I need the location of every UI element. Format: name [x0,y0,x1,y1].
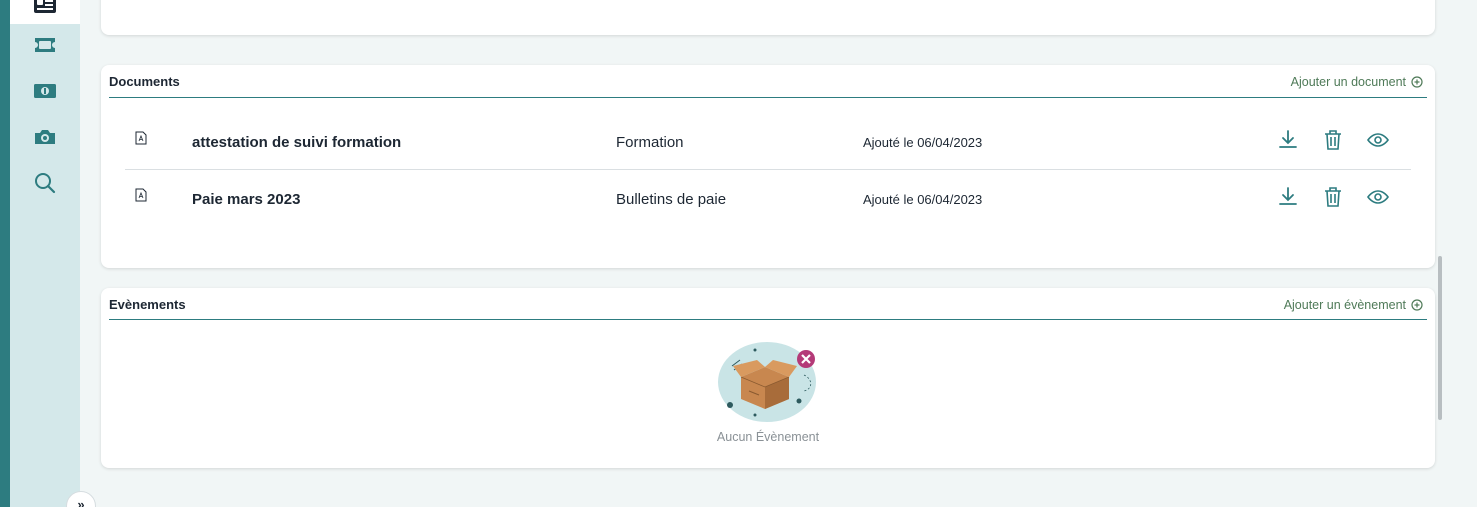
add-event-button[interactable]: Ajouter un évènement [1284,298,1423,312]
events-title: Evènements [109,297,186,312]
document-category: Formation [616,134,684,151]
id-card-icon [32,0,58,18]
plus-circle-icon [1411,299,1423,311]
document-category: Bulletins de paie [616,191,727,208]
banknote-icon [33,82,57,105]
sidebar-item-profile[interactable] [10,0,80,24]
previous-section-card [101,0,1435,35]
search-icon [34,172,56,199]
app-edge-bar [0,0,10,507]
events-header: Evènements Ajouter un évènement [109,288,1427,320]
document-date: Ajouté le 06/04/2023 [863,135,983,150]
trash-icon[interactable] [1321,128,1345,152]
add-document-button[interactable]: Ajouter un document [1291,75,1423,89]
sidebar-item-media[interactable] [32,126,58,152]
documents-header: Documents Ajouter un document [109,65,1427,98]
chevron-double-right-icon: » [77,497,85,507]
documents-title: Documents [109,74,180,89]
trash-icon[interactable] [1321,185,1345,209]
plus-circle-icon [1411,76,1423,88]
table-row: attestation de suivi formation Formation… [125,114,1411,170]
document-name: Paie mars 2023 [192,191,301,208]
sidebar [10,0,80,507]
pdf-file-icon [135,188,147,202]
add-event-label: Ajouter un évènement [1283,298,1406,312]
eye-icon[interactable] [1366,128,1390,152]
add-document-label: Ajouter un document [1290,75,1406,89]
camera-icon [33,128,57,151]
document-name: attestation de suivi formation [192,134,402,151]
documents-card: Documents Ajouter un document attestatio… [101,65,1435,268]
ticket-icon [33,36,57,59]
vertical-scrollbar[interactable] [1438,256,1442,420]
empty-state-label: Aucun Évènement [716,430,820,444]
eye-icon[interactable] [1366,185,1390,209]
table-row: Paie mars 2023 Bulletins de paie Ajouté … [125,171,1411,227]
document-date: Ajouté le 06/04/2023 [863,192,983,207]
download-icon[interactable] [1276,185,1300,209]
sidebar-item-tickets[interactable] [32,34,58,60]
download-icon[interactable] [1276,128,1300,152]
empty-box-icon [718,342,816,422]
sidebar-item-search[interactable] [32,172,58,198]
pdf-file-icon [135,131,147,145]
sidebar-item-payments[interactable] [32,80,58,106]
events-card: Evènements Ajouter un évènement Aucun Év… [101,288,1435,468]
